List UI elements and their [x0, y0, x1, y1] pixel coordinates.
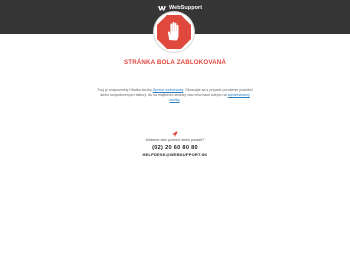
helpdesk-phone[interactable]: (02) 20 60 80 80	[0, 144, 350, 152]
help-section: Môžeme vám pomôcť alebo poradiť? (02) 20…	[0, 131, 350, 158]
block-description: Tvoj je zodpovedný Hľadka služby Správe …	[95, 88, 255, 104]
stop-hand-icon	[157, 15, 191, 49]
blocked-page: WebSupport STRÁNKA BOLA ZABLOKOVANÁ Tvoj…	[0, 0, 350, 262]
brand-name: WebSupport	[169, 5, 203, 11]
rocket-icon	[172, 131, 178, 137]
website-admin-link[interactable]: Správe webstránky	[153, 88, 183, 92]
brand[interactable]: WebSupport	[158, 4, 202, 12]
help-question: Môžeme vám pomôcť alebo poradiť?	[145, 138, 205, 142]
description-text-1: Tvoj je zodpovedný Hľadka služby	[97, 88, 153, 92]
helpdesk-email[interactable]: HELPDESK@WEBSUPPORT.SK	[0, 152, 350, 158]
websupport-logo-icon	[158, 4, 167, 12]
description-text-3: .	[179, 98, 181, 103]
page-title: STRÁNKA BOLA ZABLOKOVANÁ	[123, 59, 227, 66]
